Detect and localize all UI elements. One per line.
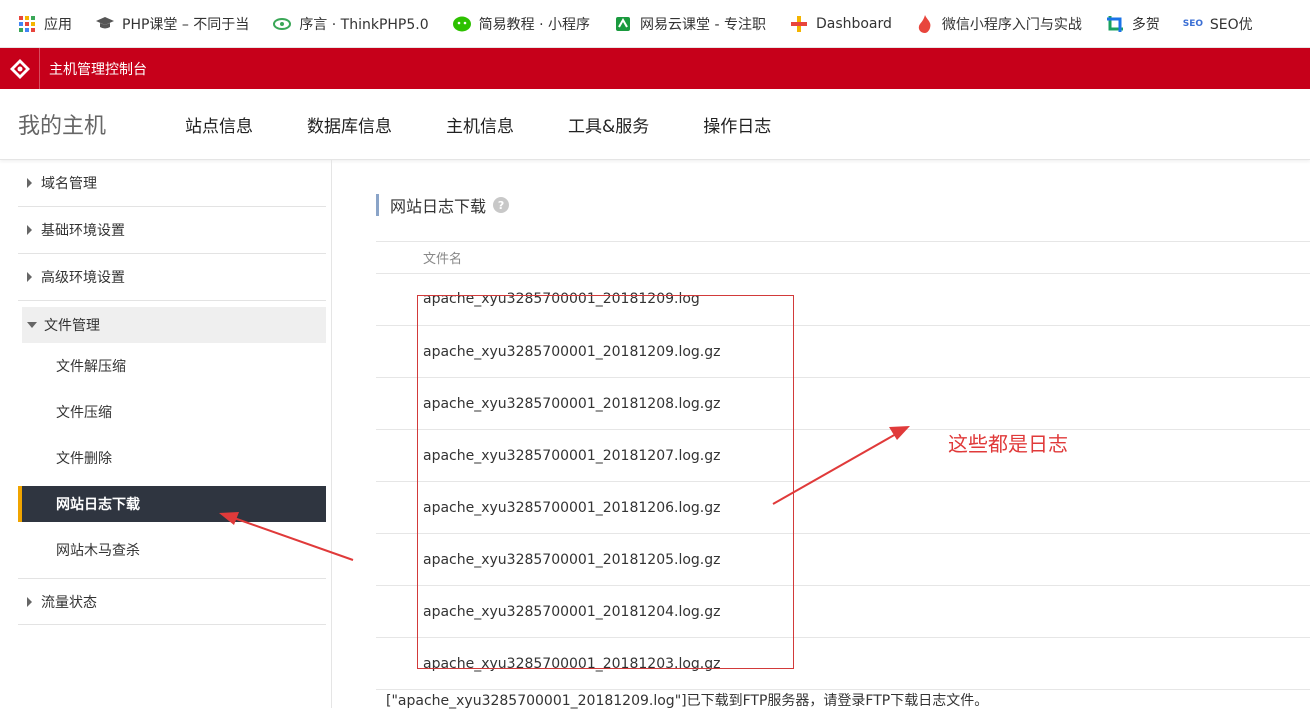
table-header: 文件名: [376, 241, 1310, 274]
flame-icon: [916, 14, 934, 33]
crop-icon: [1106, 15, 1124, 33]
sidebar-group-label: 文件管理: [44, 318, 100, 334]
nav-site-info[interactable]: 站点信息: [185, 112, 253, 137]
sidebar-group-advanced-env[interactable]: 高级环境设置: [18, 254, 326, 301]
caret-right-icon: [27, 596, 32, 607]
bookmark-label: 序言 · ThinkPHP5.0: [299, 16, 429, 33]
bookmarks-bar: 应用 PHP课堂 – 不同于当 序言 · ThinkPHP5.0 简易教程 · …: [0, 0, 1310, 48]
sidebar-group-traffic[interactable]: 流量状态: [18, 578, 326, 625]
logo-icon[interactable]: [0, 48, 40, 89]
download-status-message: ["apache_xyu3285700001_20181209.log"]已下载…: [386, 693, 989, 709]
sidebar-item-trojan-scan[interactable]: 网站木马查杀: [18, 532, 326, 568]
bookmark-duohe[interactable]: 多贺: [1106, 14, 1160, 34]
bookmark-label: PHP课堂 – 不同于当: [122, 16, 250, 33]
sidebar-item-delete[interactable]: 文件删除: [18, 440, 326, 476]
column-header-filename: 文件名: [423, 252, 463, 267]
nav-brand[interactable]: 我的主机: [18, 108, 185, 140]
bookmark-wx-intro[interactable]: 微信小程序入门与实战: [916, 14, 1082, 34]
sidebar-group-label: 域名管理: [41, 176, 97, 192]
dashboard-icon: [790, 15, 808, 33]
sidebar-item-label: 文件删除: [56, 451, 112, 467]
sidebar-group-domain[interactable]: 域名管理: [18, 160, 326, 207]
sidebar-item-log-download[interactable]: 网站日志下载: [18, 486, 326, 522]
sidebar-group-basic-env[interactable]: 基础环境设置: [18, 207, 326, 254]
netease-icon: [614, 15, 632, 33]
sidebar-group-label: 流量状态: [41, 594, 97, 611]
help-icon[interactable]: ?: [493, 197, 510, 213]
bookmark-netease[interactable]: 网易云课堂 - 专注职: [614, 14, 766, 34]
bookmark-miniprogram[interactable]: 简易教程 · 小程序: [452, 14, 590, 34]
sidebar-item-label: 网站日志下载: [56, 497, 140, 513]
wechat-icon: [452, 15, 471, 33]
bookmark-seo[interactable]: SEO SEO优: [1182, 14, 1253, 34]
sidebar-item-label: 网站木马查杀: [56, 543, 140, 559]
bookmark-label: 网易云课堂 - 专注职: [640, 16, 766, 33]
sidebar-item-zip[interactable]: 文件压缩: [18, 394, 326, 430]
sidebar-group-label: 高级环境设置: [41, 270, 125, 286]
bookmark-label: 应用: [44, 16, 72, 33]
nav-operation-log[interactable]: 操作日志: [703, 112, 771, 137]
bookmark-label: SEO优: [1209, 16, 1253, 33]
bookmark-thinkphp[interactable]: 序言 · ThinkPHP5.0: [273, 14, 429, 34]
annotation-highlight-box: [417, 295, 794, 669]
caret-right-icon: [27, 225, 32, 235]
sidebar: 域名管理 基础环境设置 高级环境设置 文件管理 文件解压缩 文件压缩 文件删除 …: [0, 160, 332, 708]
sidebar-item-label: 文件压缩: [56, 405, 112, 421]
console-title: 主机管理控制台: [49, 61, 147, 78]
annotation-text: 这些都是日志: [948, 432, 1068, 456]
sidebar-item-unzip[interactable]: 文件解压缩: [18, 348, 326, 384]
nav-tools-services[interactable]: 工具&服务: [568, 112, 649, 137]
main-nav: 我的主机 站点信息 数据库信息 主机信息 工具&服务 操作日志: [0, 89, 1310, 160]
caret-right-icon: [27, 272, 32, 282]
bookmark-label: 多贺: [1131, 16, 1160, 33]
section-title: 网站日志下载 ?: [376, 194, 510, 216]
bookmark-dashboard[interactable]: Dashboard: [790, 15, 892, 33]
nav-host-info[interactable]: 主机信息: [446, 112, 514, 137]
graduation-cap-icon: [96, 15, 114, 33]
sidebar-group-file-mgmt[interactable]: 文件管理: [22, 307, 326, 343]
sidebar-item-label: 文件解压缩: [56, 359, 126, 375]
section-title-text: 网站日志下载: [390, 197, 487, 216]
bookmark-php[interactable]: PHP课堂 – 不同于当: [96, 14, 249, 34]
bookmark-label: 简易教程 · 小程序: [478, 16, 590, 33]
leaf-icon: [273, 15, 292, 33]
caret-right-icon: [27, 178, 32, 188]
caret-down-icon: [27, 322, 37, 328]
console-header: 主机管理控制台: [0, 48, 1310, 89]
bookmark-label: 微信小程序入门与实战: [941, 16, 1082, 33]
bookmark-label: Dashboard: [815, 15, 892, 32]
seo-icon: SEO: [1182, 18, 1204, 29]
sidebar-group-label: 基础环境设置: [41, 223, 125, 239]
nav-database-info[interactable]: 数据库信息: [307, 112, 392, 137]
bookmark-apps[interactable]: 应用: [18, 14, 72, 34]
apps-grid-icon: [18, 15, 36, 33]
